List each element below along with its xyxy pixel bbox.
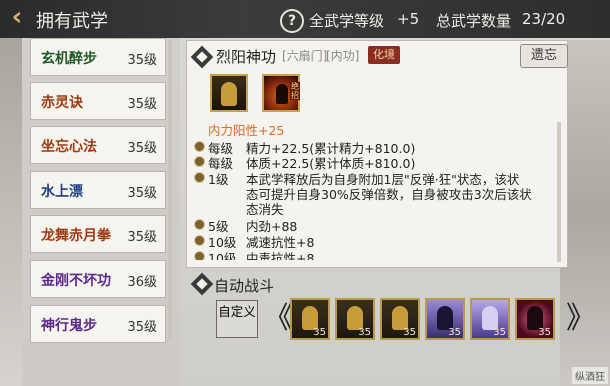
help-icon[interactable]: ? [280, 9, 304, 33]
skill-slot[interactable]: 35 [470, 298, 510, 340]
total-level-label: 全武学等级 [309, 12, 385, 30]
skill-count-label: 总武学数量 [436, 12, 512, 30]
skill-list-item[interactable]: 龙舞赤月拳 35级 [30, 215, 166, 253]
skill-name: 神行鬼步 [41, 318, 97, 334]
ultimate-badge: 绝招 [290, 82, 300, 100]
skill-name: 金刚不坏功 [41, 273, 111, 289]
sect-tag: [六扇门] [282, 49, 328, 63]
effect-line-label: 10级 [208, 251, 237, 260]
skill-level: 35级 [127, 53, 157, 68]
skill-list-item[interactable]: 水上漂 35级 [30, 171, 166, 209]
skill-list-item[interactable]: 金刚不坏功 36级 [30, 260, 166, 298]
right-arrow-icon[interactable]: 》 [566, 302, 596, 336]
bullet-icon [194, 251, 205, 260]
slot-level: 35 [358, 327, 371, 338]
skill-icon[interactable] [210, 74, 248, 112]
skill-list-item[interactable]: 神行鬼步 35级 [30, 305, 166, 343]
total-level-value: +5 [397, 10, 420, 28]
skill-list-item[interactable]: 玄机醉步 35级 [30, 38, 166, 76]
bullet-icon [194, 172, 205, 183]
effect-line: 态可提升自身30%反弹倍数，自身被攻击3次后该状 [246, 187, 532, 202]
skill-name: 水上漂 [41, 184, 83, 200]
skill-list-item[interactable]: 坐忘心法 35级 [30, 126, 166, 164]
skill-level: 35级 [127, 230, 157, 245]
skill-level: 35级 [127, 186, 157, 201]
back-arrow-icon[interactable]: ‹ [4, 2, 30, 32]
skill-name: 坐忘心法 [41, 139, 97, 155]
skill-list[interactable]: 玄机醉步 35级 赤灵诀 35级 坐忘心法 35级 水上漂 35级 龙舞赤月拳 … [22, 38, 180, 386]
slot-level: 35 [448, 327, 461, 338]
skill-slot[interactable]: 35 [425, 298, 465, 340]
custom-button[interactable]: 自定义 [216, 300, 258, 338]
detail-scrollbar[interactable] [557, 122, 561, 262]
skill-list-item[interactable]: 赤灵诀 35级 [30, 82, 166, 120]
left-arrow-icon[interactable]: 《 [263, 302, 293, 336]
bullet-icon [194, 219, 205, 230]
skill-slot[interactable]: 35 [380, 298, 420, 340]
forget-button[interactable]: 遗忘 [520, 44, 568, 68]
skill-list-scrollbar[interactable] [168, 40, 172, 340]
bullet-icon [194, 141, 205, 152]
skill-level: 35级 [127, 141, 157, 156]
slot-level: 35 [313, 327, 326, 338]
skill-name: 龙舞赤月拳 [41, 228, 111, 244]
ultimate-skill-icon[interactable]: 绝招 [262, 74, 300, 112]
page-title: 拥有武学 [36, 11, 108, 32]
effect-line: 中毒抗性+8 [246, 251, 315, 260]
skill-level: 35级 [127, 97, 157, 112]
watermark: 纵酒狂 [572, 367, 608, 384]
skill-count-value: 23/20 [522, 10, 566, 28]
realm-badge: 化境 [368, 46, 400, 64]
skill-slot[interactable]: 35 [515, 298, 555, 340]
skill-name: 玄机醉步 [41, 51, 97, 67]
clipped-line-container: 10级 中毒抗性+8 [190, 248, 550, 260]
effect-line-label: 1级 [208, 172, 229, 187]
skill-name: 赤灵诀 [41, 95, 83, 111]
skill-detail-name: 烈阳神功 [216, 48, 277, 66]
skill-level: 35级 [127, 320, 157, 335]
header-bar: ‹ 拥有武学 ? 全武学等级 +5 总武学数量 23/20 [0, 0, 610, 38]
auto-battle-icon [190, 272, 214, 296]
fire-figure-icon [276, 84, 288, 104]
meditating-figure-icon [221, 82, 237, 106]
auto-battle-title: 自动战斗 [214, 277, 275, 295]
ink-wash-decoration-left [0, 38, 22, 386]
slot-level: 35 [403, 327, 416, 338]
bullet-icon [194, 235, 205, 246]
skill-slot[interactable]: 35 [335, 298, 375, 340]
type-tag: [内功] [326, 49, 360, 63]
slot-level: 35 [493, 327, 506, 338]
slot-level: 35 [538, 327, 551, 338]
skill-slot[interactable]: 35 [290, 298, 330, 340]
skill-level: 36级 [127, 275, 157, 290]
bullet-icon [194, 156, 205, 167]
effect-line: 内力阳性+25 [208, 123, 285, 138]
